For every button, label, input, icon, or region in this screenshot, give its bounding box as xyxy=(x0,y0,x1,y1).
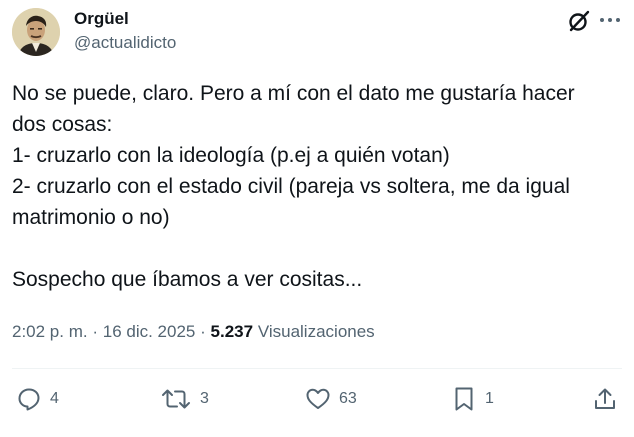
meta-separator: · xyxy=(92,322,99,341)
share-icon xyxy=(595,388,615,409)
author-display-name[interactable]: Orgüel xyxy=(74,9,129,29)
repost-icon xyxy=(162,389,190,409)
repost-count: 3 xyxy=(200,390,209,407)
repost-button[interactable]: 3 xyxy=(160,384,209,414)
reply-button[interactable]: 4 xyxy=(16,384,59,414)
tweet-meta: 2:02 p. m. · 16 dic. 2025 · 5.237 Visual… xyxy=(12,320,375,344)
meta-separator: · xyxy=(200,322,206,341)
like-button[interactable]: 63 xyxy=(305,384,357,414)
avatar[interactable] xyxy=(12,8,60,56)
tweet-text: No se puede, claro. Pero a mí con el dat… xyxy=(12,82,575,291)
reply-count: 4 xyxy=(50,390,59,407)
divider xyxy=(12,368,622,369)
author-handle[interactable]: @actualidicto xyxy=(74,33,176,53)
grok-icon[interactable] xyxy=(566,8,592,34)
views-count[interactable]: 5.237 xyxy=(211,322,254,341)
views-label[interactable]: Visualizaciones xyxy=(258,322,375,341)
like-count: 63 xyxy=(339,390,357,407)
heart-icon xyxy=(306,388,330,409)
avatar-portrait-image xyxy=(12,8,60,56)
reply-icon xyxy=(18,388,40,411)
tweet-date[interactable]: 16 dic. 2025 xyxy=(103,322,196,341)
bookmark-icon xyxy=(455,387,473,411)
bookmark-count: 1 xyxy=(485,390,494,407)
share-button[interactable] xyxy=(592,384,618,414)
bookmark-button[interactable]: 1 xyxy=(451,384,494,414)
tweet-time[interactable]: 2:02 p. m. xyxy=(12,322,88,341)
tweet-card: Orgüel @actualidicto No se puede, claro.… xyxy=(0,0,634,437)
more-icon[interactable] xyxy=(598,10,622,30)
